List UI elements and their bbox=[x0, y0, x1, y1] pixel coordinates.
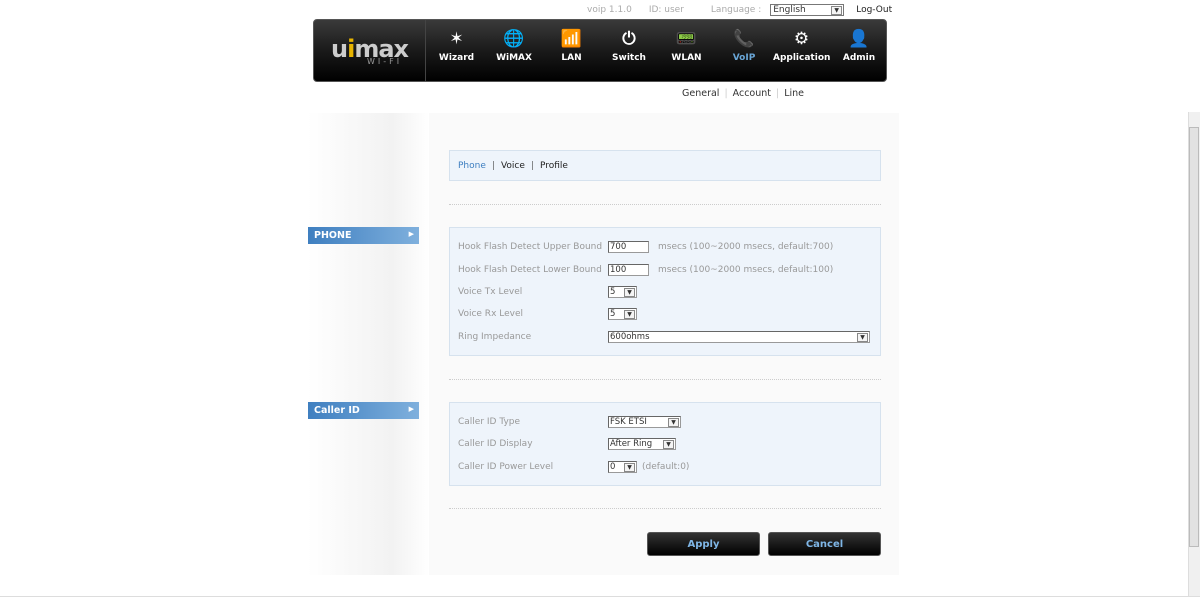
language-value: English bbox=[773, 5, 806, 15]
nav-voip[interactable]: 📞 VoIP bbox=[716, 20, 773, 81]
arrow-right-icon: ▶ bbox=[408, 405, 414, 413]
divider bbox=[449, 508, 881, 509]
nav-label: Switch bbox=[612, 53, 646, 63]
user-icon: 👤 bbox=[848, 29, 870, 49]
power-hint: (default:0) bbox=[642, 462, 690, 472]
divider bbox=[0, 596, 1200, 597]
lower-bound-label: Hook Flash Detect Lower Bound bbox=[458, 265, 602, 275]
nav-label: LAN bbox=[561, 53, 582, 63]
signal-icon: 📶 bbox=[560, 29, 583, 49]
subnav-line[interactable]: Line bbox=[784, 88, 804, 99]
nav-admin[interactable]: 👤 Admin bbox=[831, 20, 888, 81]
voice-rx-label: Voice Rx Level bbox=[458, 309, 524, 319]
nav-wimax[interactable]: 🌐 WiMAX bbox=[486, 20, 543, 81]
sidebar bbox=[307, 113, 429, 575]
nav-label: WLAN bbox=[671, 53, 702, 63]
tab-profile[interactable]: Profile bbox=[540, 161, 568, 171]
voice-rx-select[interactable]: 5 ▼ bbox=[608, 308, 637, 320]
chevron-down-icon: ▼ bbox=[624, 288, 635, 297]
chevron-down-icon: ▼ bbox=[624, 310, 635, 319]
caller-id-type-select[interactable]: FSK ETSI ▼ bbox=[608, 416, 681, 428]
phone-icon: 📞 bbox=[733, 29, 755, 49]
nav-label: WiMAX bbox=[496, 53, 532, 63]
lower-bound-hint: msecs (100~2000 msecs, default:100) bbox=[658, 265, 834, 275]
phone-settings-panel: Hook Flash Detect Upper Bound 700 msecs (1… bbox=[449, 227, 881, 356]
nav-label: Wizard bbox=[438, 53, 475, 63]
user-id-text: ID: user bbox=[648, 5, 684, 15]
nav-wlan[interactable]: 📟 WLAN bbox=[658, 20, 715, 81]
chevron-down-icon: ▼ bbox=[831, 6, 843, 15]
tab-bar: Phone | Voice | Profile bbox=[449, 150, 881, 181]
voice-tx-label: Voice Tx Level bbox=[458, 287, 523, 297]
logout-link[interactable]: Log-Out bbox=[856, 5, 892, 15]
nav-label: Admin bbox=[842, 53, 876, 63]
ring-impedance-select[interactable]: 600ohms ▼ bbox=[608, 331, 870, 343]
upper-bound-input[interactable]: 700 bbox=[608, 241, 649, 253]
nav-switch[interactable]: ⏻ Switch bbox=[601, 20, 658, 81]
logo: uimax WI-FI bbox=[314, 20, 426, 81]
chevron-down-icon: ▼ bbox=[624, 463, 635, 472]
caller-id-display-select[interactable]: After Ring ▼ bbox=[608, 438, 676, 450]
ring-impedance-label: Ring Impedance bbox=[458, 332, 532, 342]
nav-wizard[interactable]: ✶ Wizard bbox=[428, 20, 485, 81]
upper-bound-label: Hook Flash Detect Upper Bound bbox=[458, 242, 603, 252]
caller-id-type-label: Caller ID Type bbox=[458, 417, 521, 427]
app-gear-icon: ⚙ bbox=[793, 29, 810, 49]
tab-phone[interactable]: Phone bbox=[458, 161, 486, 171]
scrollbar-thumb[interactable] bbox=[1189, 127, 1199, 547]
sidebar-item-phone[interactable]: PHONE ▶ bbox=[308, 227, 419, 244]
nav-label: VoIP bbox=[732, 53, 756, 63]
upper-bound-hint: msecs (100~2000 msecs, default:700) bbox=[658, 242, 834, 252]
sidebar-item-caller-id[interactable]: Caller ID ▶ bbox=[308, 402, 419, 419]
version-text: voip 1.1.0 bbox=[587, 5, 632, 15]
language-label: Language : bbox=[710, 5, 762, 15]
language-select[interactable]: English ▼ bbox=[770, 4, 845, 16]
subnav-general[interactable]: General bbox=[682, 88, 719, 99]
caller-id-power-select[interactable]: 0 ▼ bbox=[608, 461, 637, 473]
lower-bound-input[interactable]: 100 bbox=[608, 264, 649, 276]
nav-label: Application bbox=[773, 53, 831, 63]
arrow-right-icon: ▶ bbox=[408, 230, 414, 238]
main-nav: uimax WI-FI ✶ Wizard 🌐 WiMAX 📶 LAN ⏻ Switch 📟 WLA… bbox=[313, 19, 887, 82]
wand-icon: ✶ bbox=[449, 29, 464, 49]
divider bbox=[449, 204, 881, 205]
globe-icon: 🌐 bbox=[503, 29, 525, 49]
tab-voice[interactable]: Voice bbox=[501, 161, 525, 171]
router-icon: 📟 bbox=[675, 29, 698, 49]
voice-tx-select[interactable]: 5 ▼ bbox=[608, 286, 637, 298]
cancel-button[interactable]: Cancel bbox=[768, 532, 881, 556]
chevron-down-icon: ▼ bbox=[857, 333, 868, 342]
power-icon: ⏻ bbox=[622, 29, 636, 49]
chevron-down-icon: ▼ bbox=[668, 418, 679, 427]
apply-button[interactable]: Apply bbox=[647, 532, 760, 556]
nav-application[interactable]: ⚙ Application bbox=[773, 20, 830, 81]
caller-id-panel: Caller ID Type FSK ETSI ▼ Caller ID Displa… bbox=[449, 402, 881, 486]
subnav-account[interactable]: Account bbox=[733, 88, 771, 99]
nav-lan[interactable]: 📶 LAN bbox=[543, 20, 600, 81]
caller-id-power-label: Caller ID Power Level bbox=[458, 462, 554, 472]
sub-nav: General | Account | Line bbox=[682, 88, 805, 99]
chevron-down-icon: ▼ bbox=[663, 440, 674, 449]
divider bbox=[449, 379, 881, 380]
caller-id-display-label: Caller ID Display bbox=[458, 439, 533, 449]
top-bar: voip 1.1.0 ID: user Language : English ▼ … bbox=[587, 4, 892, 16]
